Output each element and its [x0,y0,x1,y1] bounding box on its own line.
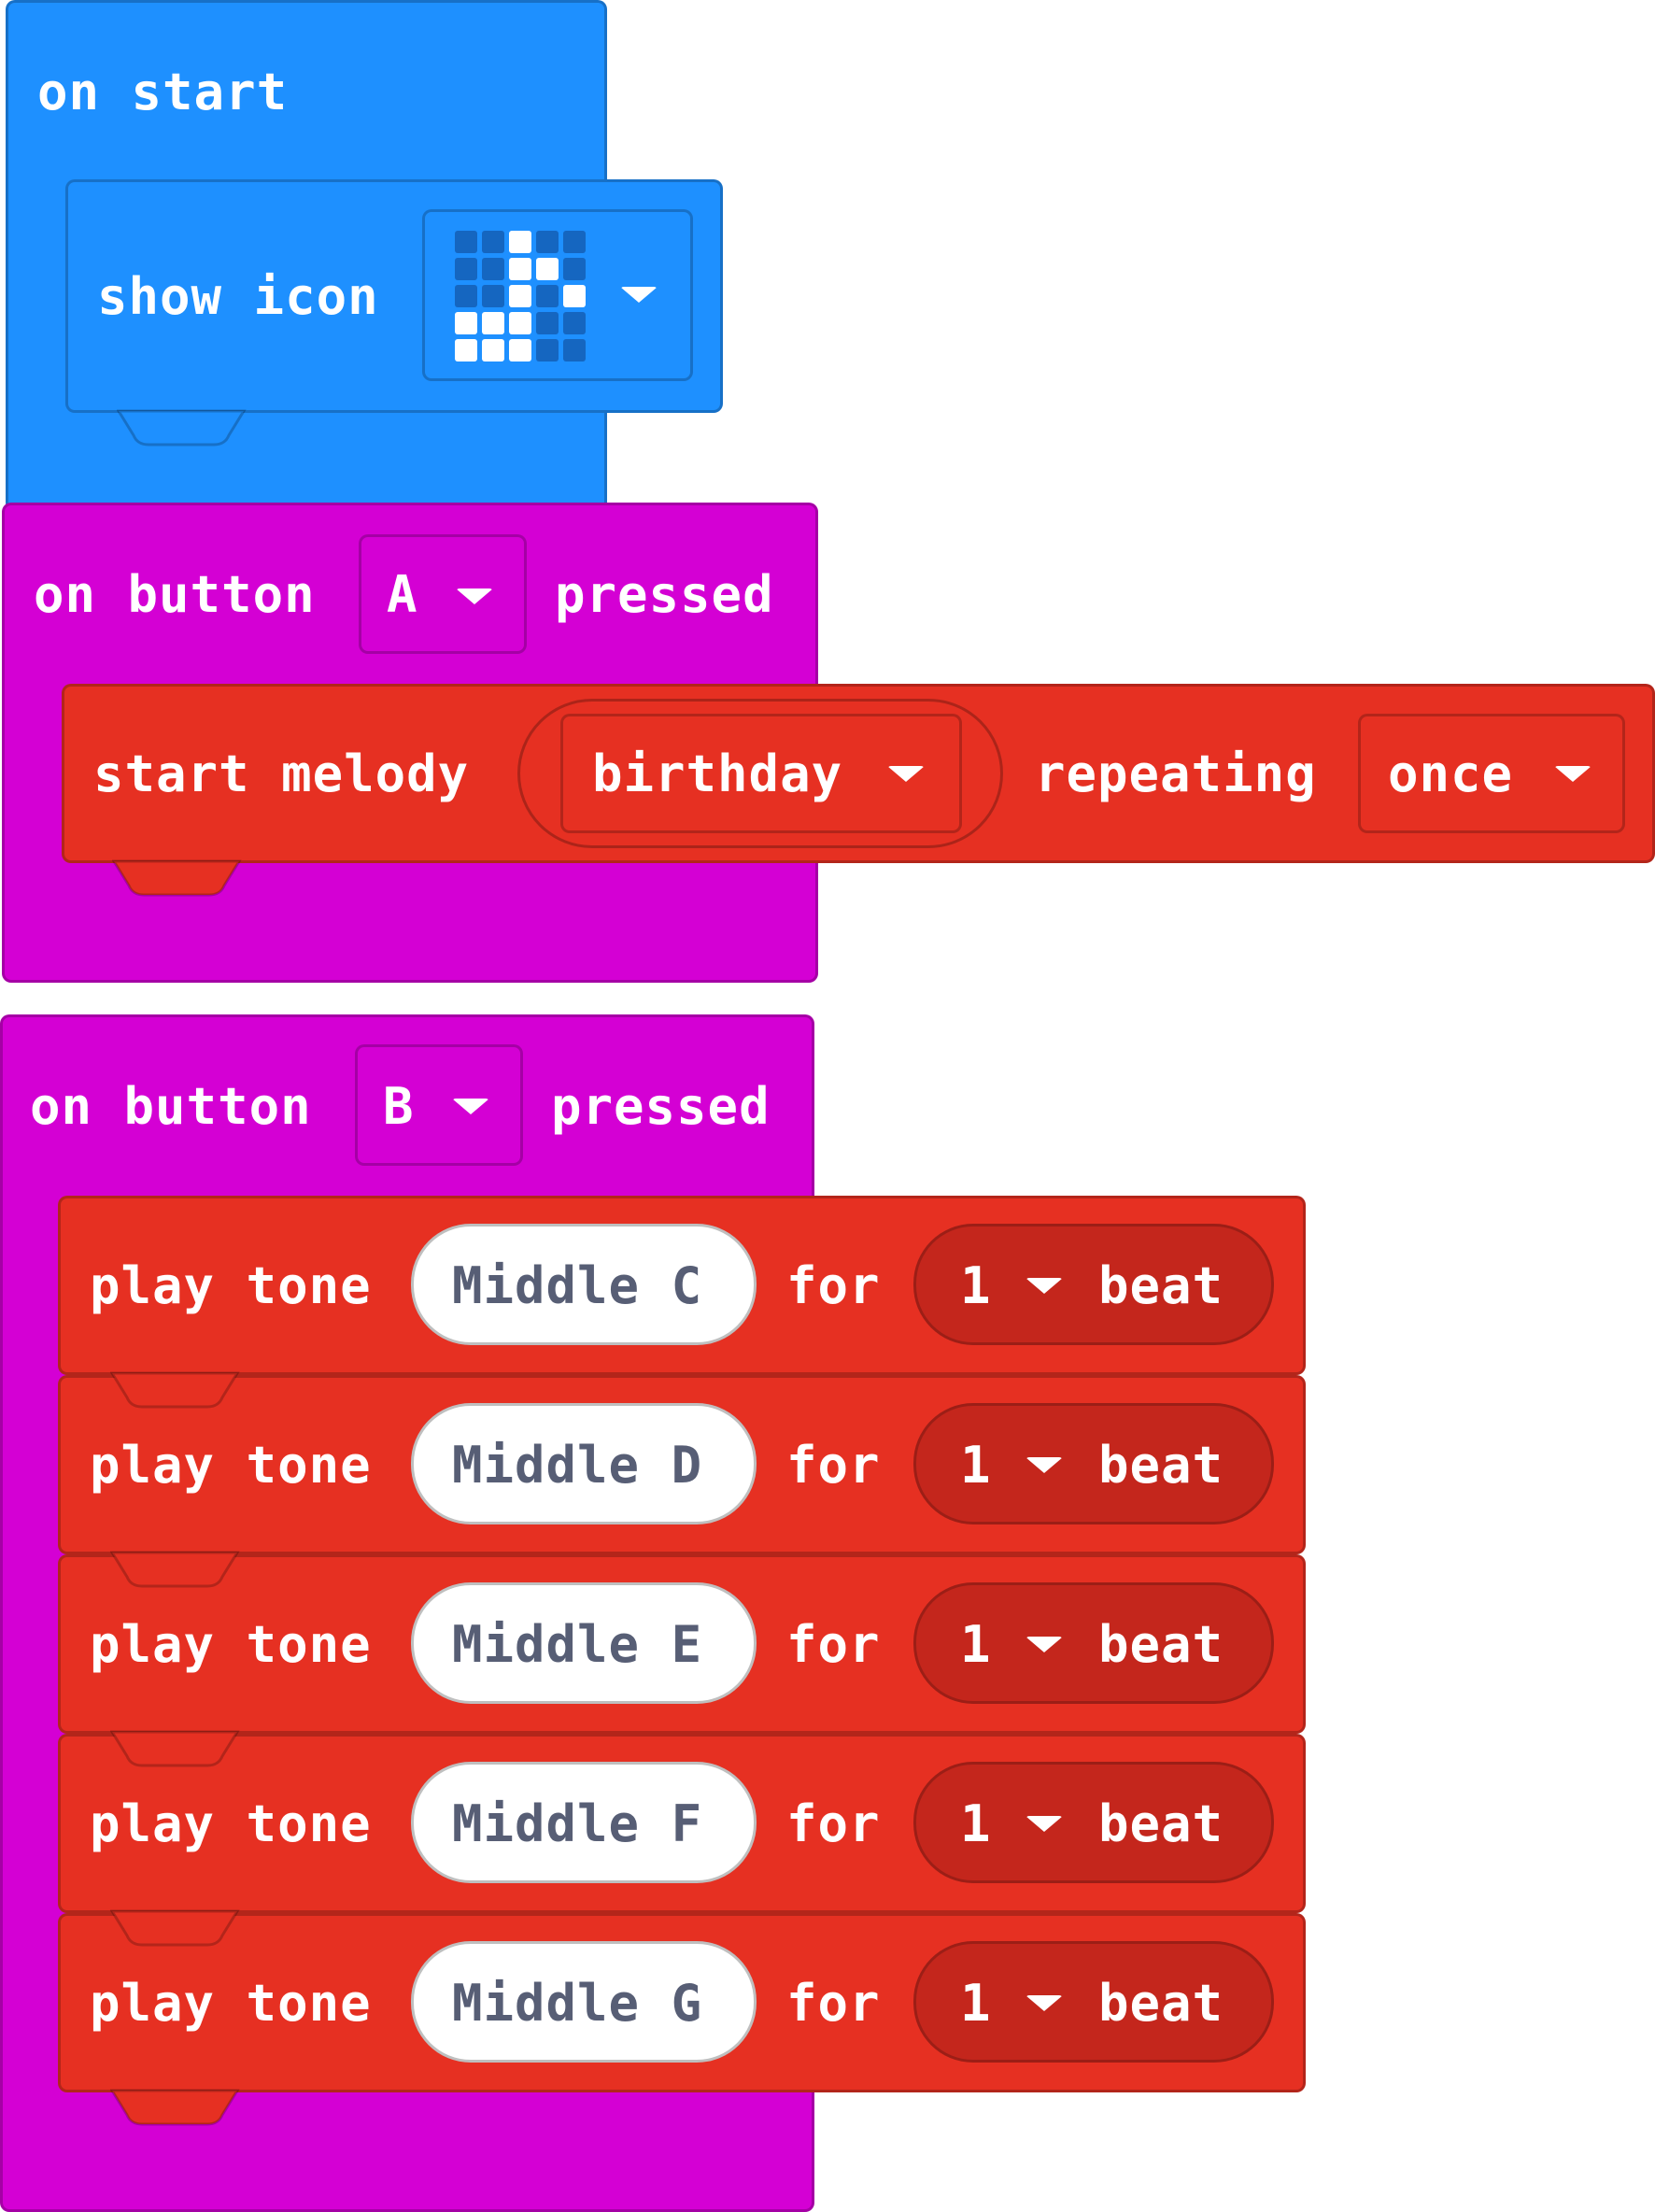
on-button-b-suffix: pressed [551,1077,771,1136]
led-cell[interactable] [563,339,586,362]
chevron-down-icon[interactable] [1026,1637,1063,1652]
button-a-dropdown[interactable] [359,534,527,654]
repeat-value: once [1388,744,1514,803]
beat-label: beat [1098,1436,1224,1495]
play-tone-notch [110,1730,240,1767]
melody-value: birthday [592,744,843,803]
led-cell[interactable] [536,339,559,362]
note-value: Middle C [452,1256,703,1315]
chevron-down-icon[interactable] [1554,766,1591,782]
led-cell[interactable] [563,231,586,253]
on-button-b-prefix: on button [30,1077,312,1136]
beat-count: 1 [960,1256,992,1315]
led-cell[interactable] [509,258,531,280]
note-value: Middle E [452,1615,703,1674]
note-value: Middle F [452,1794,703,1853]
button-a-value: A [387,565,418,624]
led-cell[interactable] [482,258,504,280]
led-cell[interactable] [509,231,531,253]
chevron-down-icon[interactable] [620,287,658,303]
beat-label: beat [1098,1615,1224,1674]
button-b-value: B [383,1077,415,1136]
icon-led-grid[interactable] [455,231,586,362]
show-icon-notch [117,409,247,447]
play-tone-notch [110,2089,240,2126]
led-cell[interactable] [509,285,531,307]
show-icon-label: show icon [97,267,379,326]
led-cell[interactable] [455,231,477,253]
led-cell[interactable] [455,312,477,334]
led-cell[interactable] [536,285,559,307]
beat-count: 1 [960,1794,992,1853]
play-tone-notch [110,1909,240,1947]
led-cell[interactable] [563,285,586,307]
start-melody-label: start melody [93,744,470,803]
led-cell[interactable] [509,339,531,362]
for-label: for [786,1974,881,2033]
led-cell[interactable] [455,339,477,362]
play-tone-label: play tone [90,1436,372,1495]
led-cell[interactable] [482,231,504,253]
on-button-a-suffix: pressed [555,565,774,624]
chevron-down-icon[interactable] [887,766,925,782]
beat-label: beat [1098,1794,1224,1853]
for-label: for [786,1256,881,1315]
for-label: for [786,1436,881,1495]
play-tone-label: play tone [90,1256,372,1315]
play-tone-label: play tone [90,1615,372,1674]
led-cell[interactable] [536,312,559,334]
chevron-down-icon[interactable] [452,1099,489,1114]
on-button-a-prefix: on button [34,565,316,624]
chevron-down-icon[interactable] [1026,1995,1063,2011]
beat-label: beat [1098,1256,1224,1315]
on-start-label: on start [37,63,289,121]
led-cell[interactable] [563,258,586,280]
led-cell[interactable] [455,258,477,280]
note-value: Middle G [452,1974,703,2033]
play-tone-notch [110,1371,240,1409]
chevron-down-icon[interactable] [1026,1457,1063,1473]
play-tone-label: play tone [90,1794,372,1853]
button-b-dropdown[interactable] [355,1044,523,1166]
play-tone-label: play tone [90,1974,372,2033]
beat-count: 1 [960,1974,992,2033]
chevron-down-icon[interactable] [456,588,493,604]
led-cell[interactable] [482,285,504,307]
led-cell[interactable] [509,312,531,334]
led-cell[interactable] [563,312,586,334]
led-cell[interactable] [482,312,504,334]
for-label: for [786,1615,881,1674]
led-cell[interactable] [482,339,504,362]
beat-count: 1 [960,1436,992,1495]
beat-label: beat [1098,1974,1224,2033]
chevron-down-icon[interactable] [1026,1278,1063,1294]
led-cell[interactable] [455,285,477,307]
start-melody-notch [112,859,242,897]
led-cell[interactable] [536,258,559,280]
for-label: for [786,1794,881,1853]
note-value: Middle D [452,1436,703,1495]
beat-count: 1 [960,1615,992,1674]
play-tone-notch [110,1551,240,1588]
chevron-down-icon[interactable] [1026,1816,1063,1832]
repeating-label: repeating [1035,744,1317,803]
led-cell[interactable] [536,231,559,253]
